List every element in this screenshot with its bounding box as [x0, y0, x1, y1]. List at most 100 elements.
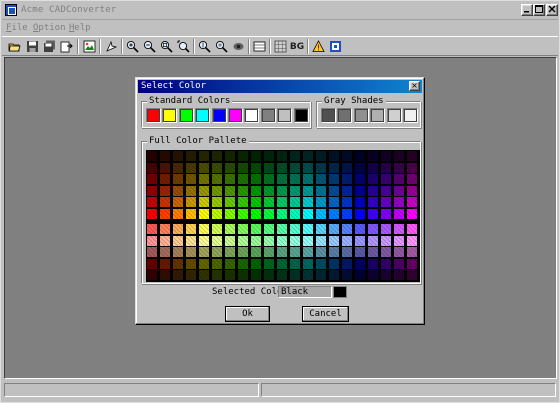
palette-color-cell[interactable] [211, 257, 223, 270]
standard-color-swatch[interactable] [195, 108, 211, 123]
palette-color-cell[interactable] [198, 161, 210, 174]
save-all-button[interactable] [41, 39, 57, 54]
palette-color-cell[interactable] [328, 173, 340, 185]
palette-color-cell[interactable] [341, 161, 353, 174]
palette-color-cell[interactable] [367, 173, 379, 185]
palette-color-cell[interactable] [237, 196, 249, 208]
palette-color-cell[interactable] [354, 196, 366, 208]
palette-color-cell[interactable] [250, 161, 262, 174]
dialog-close-button[interactable]: × [409, 81, 420, 91]
palette-color-cell[interactable] [172, 257, 184, 270]
palette-color-cell[interactable] [354, 257, 366, 270]
palette-color-cell[interactable] [406, 223, 418, 235]
zoom-in-button[interactable] [124, 39, 140, 54]
palette-color-cell[interactable] [354, 246, 366, 258]
palette-color-cell[interactable] [289, 161, 301, 174]
standard-color-swatch[interactable] [211, 108, 227, 123]
palette-color-cell[interactable] [198, 223, 210, 235]
palette-color-cell[interactable] [185, 196, 197, 208]
palette-color-cell[interactable] [250, 234, 262, 247]
palette-color-cell[interactable] [276, 150, 288, 162]
palette-color-cell[interactable] [276, 234, 288, 247]
palette-color-cell[interactable] [146, 246, 158, 258]
palette-color-cell[interactable] [354, 173, 366, 185]
palette-color-cell[interactable] [406, 161, 418, 174]
palette-color-cell[interactable] [393, 246, 405, 258]
palette-color-cell[interactable] [341, 234, 353, 247]
palette-color-cell[interactable] [263, 161, 275, 174]
palette-color-cell[interactable] [328, 184, 340, 197]
palette-color-cell[interactable] [406, 269, 418, 281]
palette-color-cell[interactable] [172, 150, 184, 162]
palette-color-cell[interactable] [172, 207, 184, 220]
palette-color-cell[interactable] [224, 184, 236, 197]
standard-color-swatch[interactable] [244, 108, 260, 123]
palette-color-cell[interactable] [198, 269, 210, 281]
palette-color-cell[interactable] [393, 269, 405, 281]
palette-color-cell[interactable] [380, 150, 392, 162]
palette-color-cell[interactable] [380, 196, 392, 208]
minimize-button[interactable] [521, 4, 533, 16]
palette-color-cell[interactable] [185, 207, 197, 220]
palette-color-cell[interactable] [341, 223, 353, 235]
palette-color-cell[interactable] [224, 196, 236, 208]
palette-color-cell[interactable] [302, 161, 314, 174]
palette-color-cell[interactable] [211, 184, 223, 197]
palette-color-cell[interactable] [302, 196, 314, 208]
palette-color-cell[interactable] [380, 161, 392, 174]
palette-color-cell[interactable] [224, 223, 236, 235]
palette-color-cell[interactable] [211, 223, 223, 235]
palette-color-cell[interactable] [185, 269, 197, 281]
palette-color-cell[interactable] [159, 257, 171, 270]
palette-color-cell[interactable] [237, 207, 249, 220]
palette-color-cell[interactable] [354, 161, 366, 174]
dialog-title-bar[interactable]: Select Color × [138, 80, 422, 93]
palette-color-cell[interactable] [185, 161, 197, 174]
palette-color-cell[interactable] [367, 196, 379, 208]
palette-color-cell[interactable] [224, 234, 236, 247]
palette-color-cell[interactable] [211, 150, 223, 162]
palette-color-cell[interactable] [393, 196, 405, 208]
palette-color-cell[interactable] [250, 246, 262, 258]
palette-color-cell[interactable] [315, 196, 327, 208]
palette-color-cell[interactable] [211, 173, 223, 185]
palette-color-cell[interactable] [302, 257, 314, 270]
palette-color-cell[interactable] [276, 257, 288, 270]
palette-color-cell[interactable] [315, 161, 327, 174]
palette-color-cell[interactable] [224, 207, 236, 220]
palette-color-cell[interactable] [146, 257, 158, 270]
palette-color-cell[interactable] [146, 196, 158, 208]
palette-color-cell[interactable] [276, 196, 288, 208]
palette-color-cell[interactable] [406, 184, 418, 197]
palette-color-cell[interactable] [354, 223, 366, 235]
palette-color-cell[interactable] [315, 246, 327, 258]
palette-color-cell[interactable] [211, 161, 223, 174]
palette-color-cell[interactable] [276, 207, 288, 220]
palette-color-cell[interactable] [328, 246, 340, 258]
palette-color-cell[interactable] [185, 184, 197, 197]
palette-color-cell[interactable] [289, 257, 301, 270]
palette-color-cell[interactable] [237, 150, 249, 162]
palette-color-cell[interactable] [315, 269, 327, 281]
maximize-button[interactable] [533, 4, 545, 16]
palette-color-cell[interactable] [146, 234, 158, 247]
palette-color-cell[interactable] [276, 269, 288, 281]
palette-color-cell[interactable] [328, 234, 340, 247]
palette-color-cell[interactable] [328, 223, 340, 235]
palette-color-cell[interactable] [354, 269, 366, 281]
palette-color-cell[interactable] [263, 184, 275, 197]
palette-color-cell[interactable] [393, 257, 405, 270]
palette-color-cell[interactable] [367, 234, 379, 247]
palette-color-cell[interactable] [146, 184, 158, 197]
palette-color-cell[interactable] [315, 150, 327, 162]
palette-color-cell[interactable] [198, 173, 210, 185]
palette-color-cell[interactable] [367, 246, 379, 258]
palette-color-cell[interactable] [367, 184, 379, 197]
palette-color-cell[interactable] [406, 173, 418, 185]
palette-color-cell[interactable] [250, 269, 262, 281]
palette-color-cell[interactable] [250, 184, 262, 197]
palette-color-cell[interactable] [185, 246, 197, 258]
background-color-button[interactable]: BG [289, 39, 305, 54]
palette-color-cell[interactable] [185, 257, 197, 270]
palette-color-cell[interactable] [289, 234, 301, 247]
